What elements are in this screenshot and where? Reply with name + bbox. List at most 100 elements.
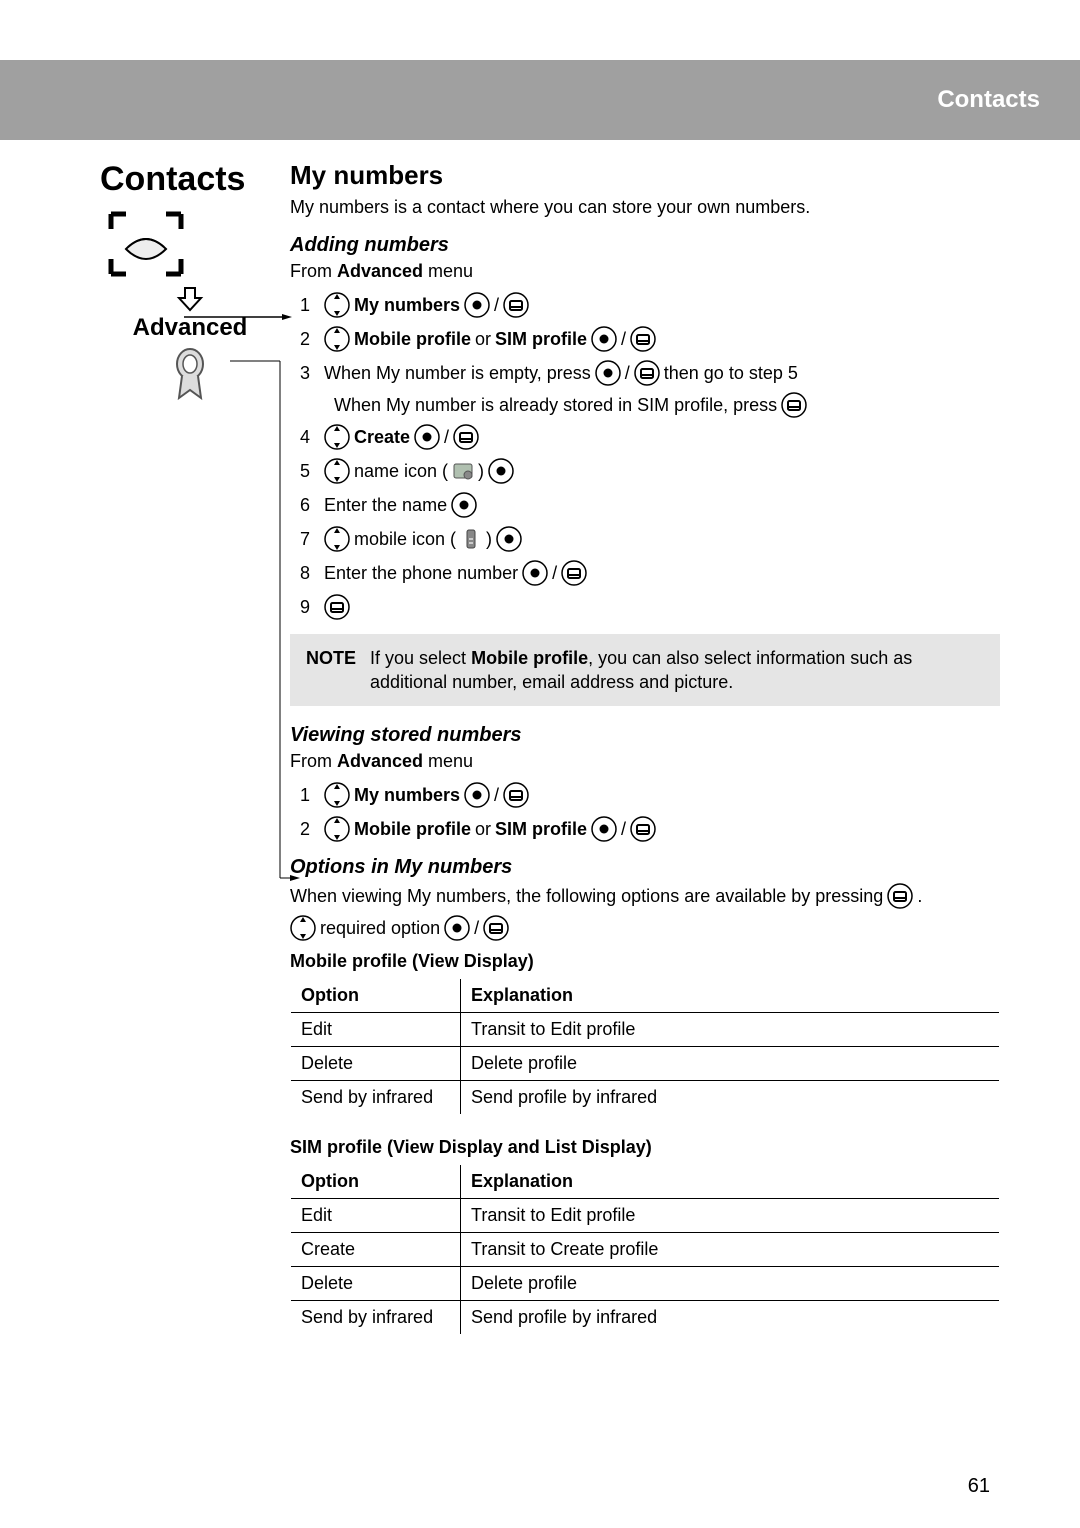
step-number: 4 — [300, 420, 320, 454]
softkey-icon — [324, 594, 350, 620]
text: . — [917, 886, 922, 907]
view-step-1: 1 My numbers / — [300, 778, 1000, 812]
step-2: 2 Mobile profile or SIM profile / — [300, 322, 1000, 356]
td: Send profile by infrared — [461, 1081, 1000, 1115]
td: Transit to Edit profile — [461, 1013, 1000, 1047]
slash: / — [552, 556, 557, 590]
center-dot-icon — [522, 560, 548, 586]
name-icon — [452, 460, 474, 482]
table-mobile-profile: Option Explanation EditTransit to Edit p… — [290, 978, 1000, 1115]
softkey-icon — [781, 392, 807, 418]
table-row: Send by infraredSend profile by infrared — [291, 1081, 1000, 1115]
nav-icon — [324, 458, 350, 484]
viewing-steps: 1 My numbers / 2 Mobile profile or SIM p… — [290, 778, 1000, 846]
step-text: Mobile profile — [354, 322, 471, 356]
table-header-row: Option Explanation — [291, 1165, 1000, 1199]
table-row: CreateTransit to Create profile — [291, 1233, 1000, 1267]
table1-title: Mobile profile (View Display) — [290, 951, 1000, 972]
slash: / — [474, 918, 479, 939]
nav-icon — [324, 782, 350, 808]
th: Option — [291, 979, 461, 1013]
text: or — [475, 322, 491, 356]
step-7: 7 mobile icon ( ) — [300, 522, 1000, 556]
slash: / — [444, 420, 449, 454]
step-text: then go to step 5 — [664, 356, 798, 390]
nav-icon — [324, 326, 350, 352]
softkey-icon — [503, 782, 529, 808]
th: Explanation — [461, 1165, 1000, 1199]
step-number: 2 — [300, 322, 320, 356]
softkey-icon — [483, 915, 509, 941]
text: menu — [423, 261, 473, 281]
nav-icon — [324, 424, 350, 450]
slash: / — [625, 356, 630, 390]
step-text: Create — [354, 420, 410, 454]
center-dot-icon — [414, 424, 440, 450]
page-header-title: Contacts — [937, 86, 1040, 114]
step-9: 9 — [300, 590, 1000, 624]
text: When viewing My numbers, the following o… — [290, 886, 883, 907]
softkey-icon — [561, 560, 587, 586]
ribbon-icon — [172, 348, 208, 404]
section-intro: My numbers is a contact where you can st… — [290, 197, 1000, 218]
options-heading: Options in My numbers — [290, 856, 1000, 879]
step-8: 8 Enter the phone number / — [300, 556, 1000, 590]
table-row: Send by infraredSend profile by infrared — [291, 1301, 1000, 1335]
center-dot-icon — [451, 492, 477, 518]
text: If you select — [370, 648, 471, 668]
slash: / — [621, 812, 626, 846]
step-text: SIM profile — [495, 322, 587, 356]
text: From — [290, 261, 337, 281]
table-row: DeleteDelete profile — [291, 1267, 1000, 1301]
section-title: My numbers — [290, 160, 1000, 191]
text: or — [475, 812, 491, 846]
step-number: 9 — [300, 590, 320, 624]
step-number: 1 — [300, 288, 320, 322]
step-3-sub: When My number is already stored in SIM … — [300, 390, 1000, 420]
step-number: 3 — [300, 356, 320, 390]
adding-from-line: From Advanced menu — [290, 261, 1000, 282]
options-line2: required option / — [290, 915, 1000, 941]
center-dot-icon — [496, 526, 522, 552]
step-6: 6 Enter the name — [300, 488, 1000, 522]
step-text: SIM profile — [495, 812, 587, 846]
table2-title: SIM profile (View Display and List Displ… — [290, 1137, 1000, 1158]
step-4: 4 Create / — [300, 420, 1000, 454]
step-text: When My number is empty, press — [324, 356, 591, 390]
connector-line-1 — [184, 314, 294, 320]
left-column: Contacts Advanced — [100, 160, 280, 1335]
nav-icon — [324, 526, 350, 552]
softkey-icon — [453, 424, 479, 450]
nav-icon — [324, 816, 350, 842]
slash: / — [494, 288, 499, 322]
td: Send profile by infrared — [461, 1301, 1000, 1335]
step-5: 5 name icon ( ) — [300, 454, 1000, 488]
step-number: 8 — [300, 556, 320, 590]
step-3: 3 When My number is empty, press / then … — [300, 356, 1000, 390]
note-text: If you select Mobile profile, you can al… — [370, 646, 984, 694]
text: From — [290, 751, 337, 771]
softkey-icon — [887, 883, 913, 909]
softkey-icon — [630, 326, 656, 352]
step-text: My numbers — [354, 288, 460, 322]
step-number: 2 — [300, 812, 320, 846]
note-label: NOTE — [306, 646, 356, 694]
th: Option — [291, 1165, 461, 1199]
mobile-icon — [460, 528, 482, 550]
td: Delete — [291, 1267, 461, 1301]
nav-icon — [290, 915, 316, 941]
td: Create — [291, 1233, 461, 1267]
td: Delete profile — [461, 1047, 1000, 1081]
text: ) — [486, 522, 492, 556]
step-text: Enter the phone number — [324, 556, 518, 590]
adding-steps: 1 My numbers / 2 Mobile profile or SIM p… — [290, 288, 1000, 624]
viewing-heading: Viewing stored numbers — [290, 724, 1000, 747]
step-number: 1 — [300, 778, 320, 812]
contacts-title: Contacts — [100, 160, 280, 199]
step-text: name icon ( — [354, 454, 448, 488]
nav-icon — [324, 292, 350, 318]
text-bold: Advanced — [337, 751, 423, 771]
page-number: 61 — [968, 1475, 990, 1498]
center-dot-icon — [464, 782, 490, 808]
step-1: 1 My numbers / — [300, 288, 1000, 322]
